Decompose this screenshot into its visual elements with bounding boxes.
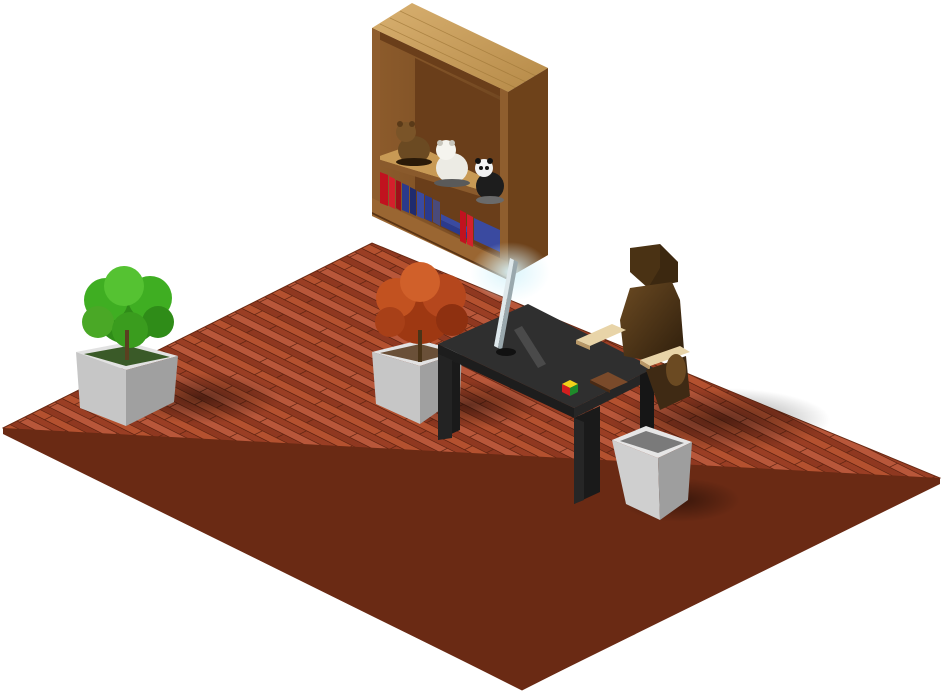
office-room-scene xyxy=(1,3,942,691)
green-foliage xyxy=(82,266,174,360)
green-plant xyxy=(76,266,178,426)
